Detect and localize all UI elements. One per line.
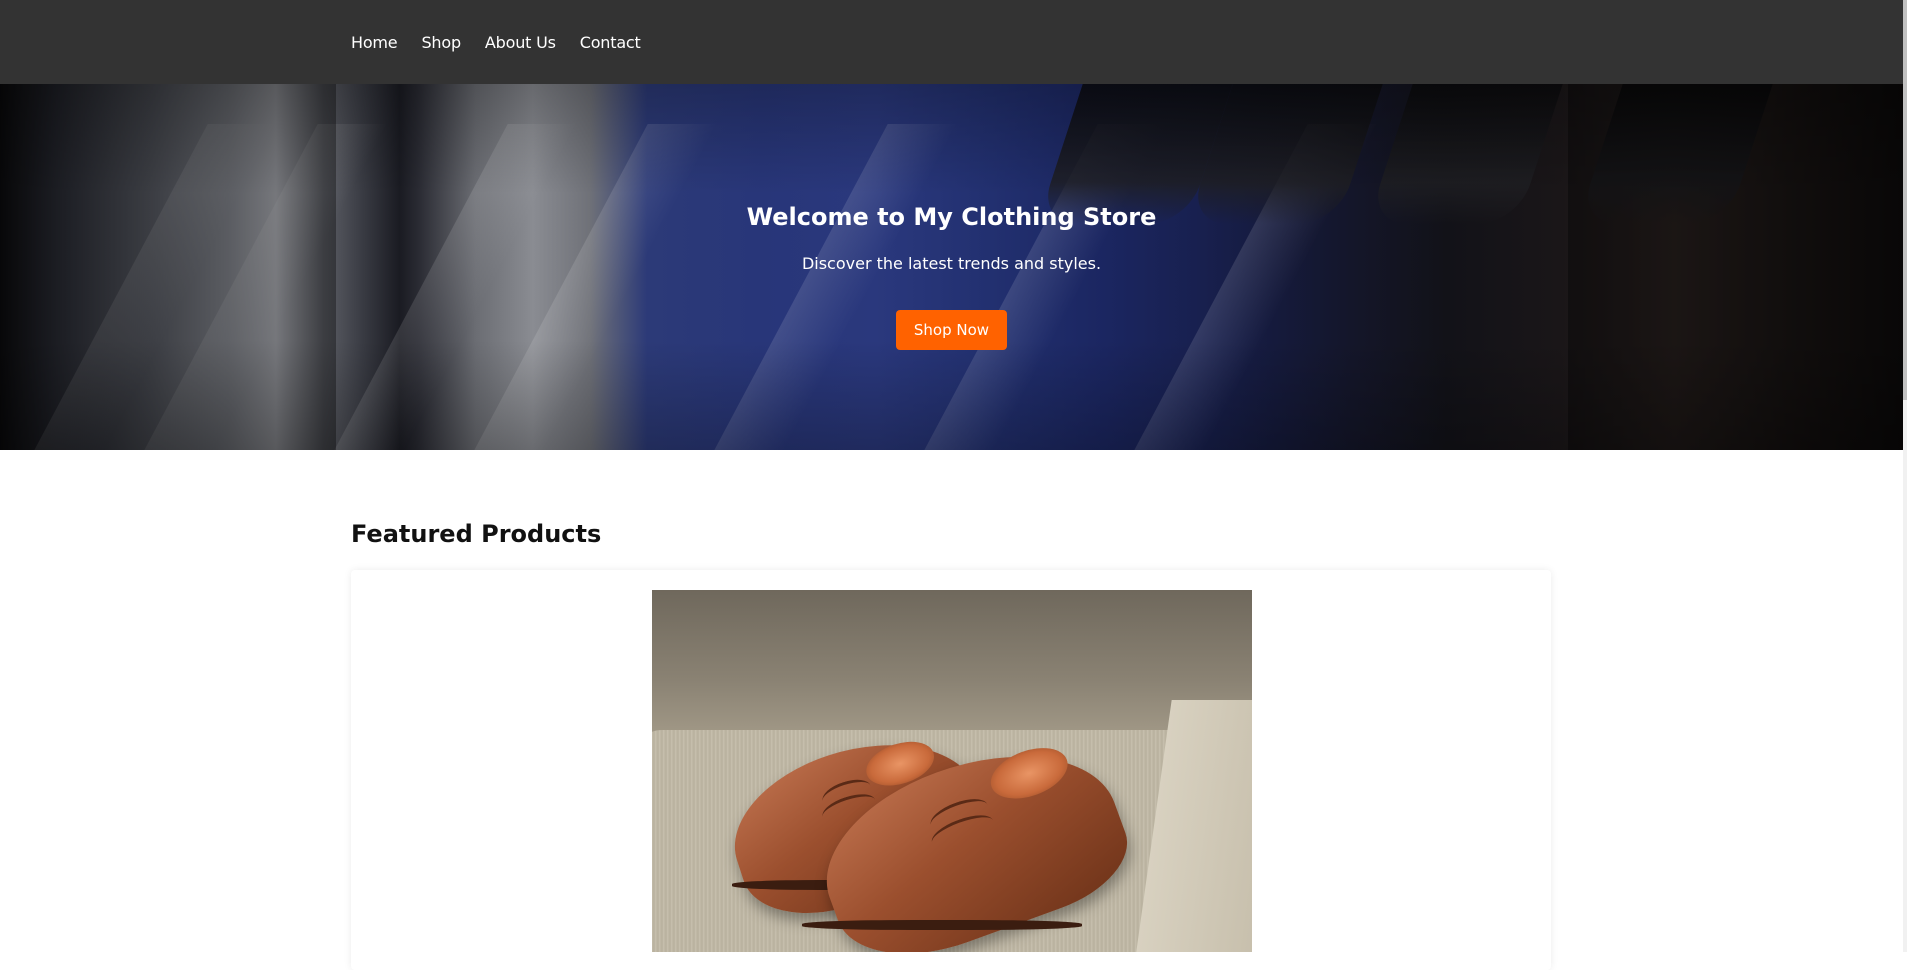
hero-content: Welcome to My Clothing Store Discover th… bbox=[0, 84, 1903, 450]
nav-link-about-us[interactable]: About Us bbox=[485, 33, 556, 52]
site-header: Home Shop About Us Contact bbox=[0, 0, 1903, 84]
nav-link-contact[interactable]: Contact bbox=[580, 33, 641, 52]
product-card[interactable] bbox=[351, 570, 1551, 970]
shop-now-button[interactable]: Shop Now bbox=[896, 310, 1007, 350]
product-image[interactable] bbox=[652, 590, 1252, 952]
nav-link-home[interactable]: Home bbox=[351, 33, 398, 52]
right-shoe-sole bbox=[802, 920, 1082, 930]
sofa-back bbox=[652, 590, 1252, 740]
featured-products-title: Featured Products bbox=[351, 520, 602, 548]
scrollbar-thumb[interactable] bbox=[1903, 0, 1907, 400]
main-nav: Home Shop About Us Contact bbox=[351, 0, 641, 84]
hero-subtitle: Discover the latest trends and styles. bbox=[801, 254, 1102, 273]
page-scrollbar[interactable] bbox=[1903, 0, 1907, 952]
nav-link-shop[interactable]: Shop bbox=[421, 33, 461, 52]
hero-title: Welcome to My Clothing Store bbox=[746, 203, 1157, 231]
